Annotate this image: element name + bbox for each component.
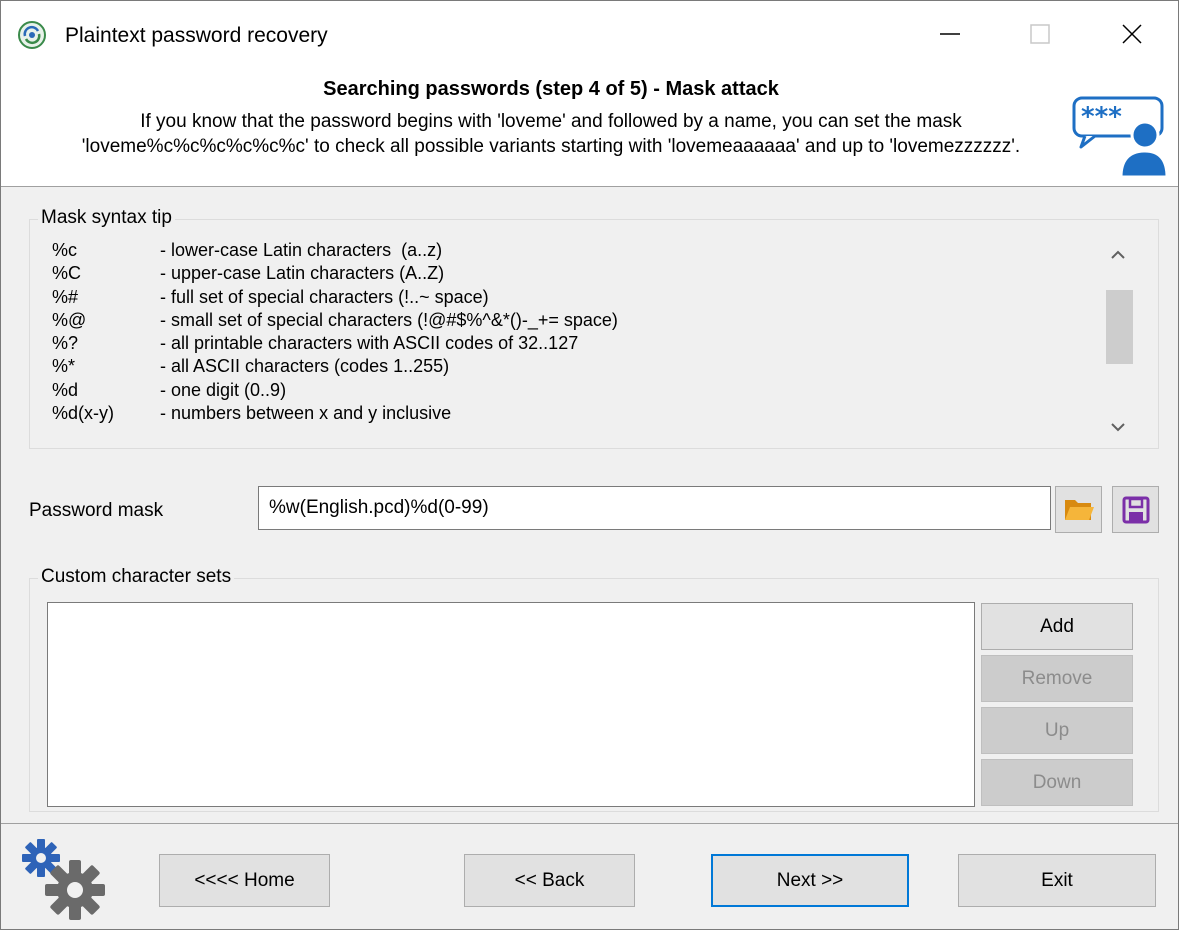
custom-character-sets-label: Custom character sets bbox=[38, 566, 235, 588]
tip-description: - all printable characters with ASCII co… bbox=[160, 333, 579, 354]
tip-code: %? bbox=[52, 333, 79, 354]
tip-row: %d - one digit (0..9) bbox=[52, 380, 1092, 403]
tip-description: - upper-case Latin characters (A..Z) bbox=[160, 263, 445, 284]
step-description: If you know that the password begins wit… bbox=[81, 111, 1021, 157]
tip-description: - one digit (0..9) bbox=[160, 379, 287, 400]
svg-text:***: *** bbox=[1081, 102, 1122, 132]
tip-code: %c bbox=[52, 240, 78, 260]
save-mask-button[interactable] bbox=[1112, 486, 1159, 533]
back-button[interactable]: << Back bbox=[464, 854, 635, 907]
password-mask-label: Password mask bbox=[29, 500, 164, 521]
mask-syntax-tip-label: Mask syntax tip bbox=[38, 207, 175, 229]
tip-row: %# - full set of special characters (!..~… bbox=[52, 287, 1092, 310]
tip-scrollbar[interactable] bbox=[1103, 238, 1133, 444]
gears-icon bbox=[22, 839, 105, 920]
tip-code: %d bbox=[52, 379, 79, 400]
folder-open-icon bbox=[1064, 499, 1094, 520]
close-button[interactable] bbox=[1097, 1, 1167, 67]
maximize-icon bbox=[1030, 24, 1050, 44]
step-title: Searching passwords (step 4 of 5) - Mask… bbox=[323, 78, 779, 100]
tip-description: - small set of special characters (!@#$%… bbox=[160, 309, 618, 330]
scroll-thumb[interactable] bbox=[1106, 290, 1133, 364]
tip-row: %c - lower-case Latin characters (a..z) bbox=[52, 240, 1092, 263]
tip-description: - full set of special characters (!..~ s… bbox=[160, 286, 489, 307]
app-window: Plaintext password recovery Searching pa… bbox=[0, 0, 1179, 930]
mask-syntax-list[interactable]: %c - lower-case Latin characters (a..z) %… bbox=[52, 240, 1092, 444]
add-button[interactable]: Add bbox=[981, 603, 1133, 650]
tip-code: %@ bbox=[52, 309, 87, 330]
exit-button[interactable]: Exit bbox=[958, 854, 1156, 907]
tip-code: %d(x-y) bbox=[52, 403, 114, 424]
tip-row: %? - all printable characters with ASCII … bbox=[52, 333, 1092, 356]
close-icon bbox=[1122, 24, 1142, 44]
scroll-down-button[interactable] bbox=[1103, 410, 1133, 444]
scroll-up-button[interactable] bbox=[1103, 238, 1133, 272]
mask-syntax-tip-group: Mask syntax tip %c - lower-case Latin cha… bbox=[29, 207, 1159, 449]
next-button[interactable]: Next >> bbox=[711, 854, 909, 907]
home-button[interactable]: <<<< Home bbox=[159, 854, 330, 907]
tip-row: %* - all ASCII characters (codes 1..255) bbox=[52, 356, 1092, 379]
app-icon bbox=[18, 21, 46, 49]
up-button[interactable]: Up bbox=[981, 707, 1133, 754]
custom-sets-list[interactable] bbox=[47, 602, 975, 807]
minimize-button[interactable] bbox=[915, 1, 985, 67]
tip-description: - all ASCII characters (codes 1..255) bbox=[160, 356, 450, 377]
chevron-down-icon bbox=[1111, 423, 1125, 432]
password-user-icon: *** bbox=[1072, 96, 1167, 177]
down-button[interactable]: Down bbox=[981, 759, 1133, 806]
title-bar[interactable]: Plaintext password recovery bbox=[1, 1, 1178, 67]
tip-code: %C bbox=[52, 263, 82, 284]
tip-code: %# bbox=[52, 286, 79, 307]
wizard-footer: <<<< Home << Back Next >> Exit bbox=[1, 823, 1178, 929]
tip-row: %d(x-y) - numbers between x and y inclusi… bbox=[52, 403, 1092, 426]
tip-description: - numbers between x and y inclusive bbox=[160, 403, 452, 424]
custom-character-sets-group: Custom character sets Add Remove Up Down bbox=[29, 566, 1159, 812]
tip-description: - lower-case Latin characters (a..z) bbox=[160, 240, 443, 260]
tip-code: %* bbox=[52, 356, 76, 377]
maximize-button[interactable] bbox=[1005, 1, 1075, 67]
remove-button[interactable]: Remove bbox=[981, 655, 1133, 702]
tip-row: %C - upper-case Latin characters (A..Z) bbox=[52, 263, 1092, 286]
floppy-save-icon bbox=[1122, 496, 1149, 523]
open-mask-button[interactable] bbox=[1055, 486, 1102, 533]
chevron-up-icon bbox=[1111, 250, 1125, 259]
tip-row: %@ - small set of special characters (!@#… bbox=[52, 310, 1092, 333]
minimize-icon bbox=[940, 33, 960, 35]
password-mask-input[interactable] bbox=[258, 486, 1051, 530]
wizard-header: Searching passwords (step 4 of 5) - Mask… bbox=[1, 67, 1178, 187]
window-title: Plaintext password recovery bbox=[65, 24, 328, 47]
